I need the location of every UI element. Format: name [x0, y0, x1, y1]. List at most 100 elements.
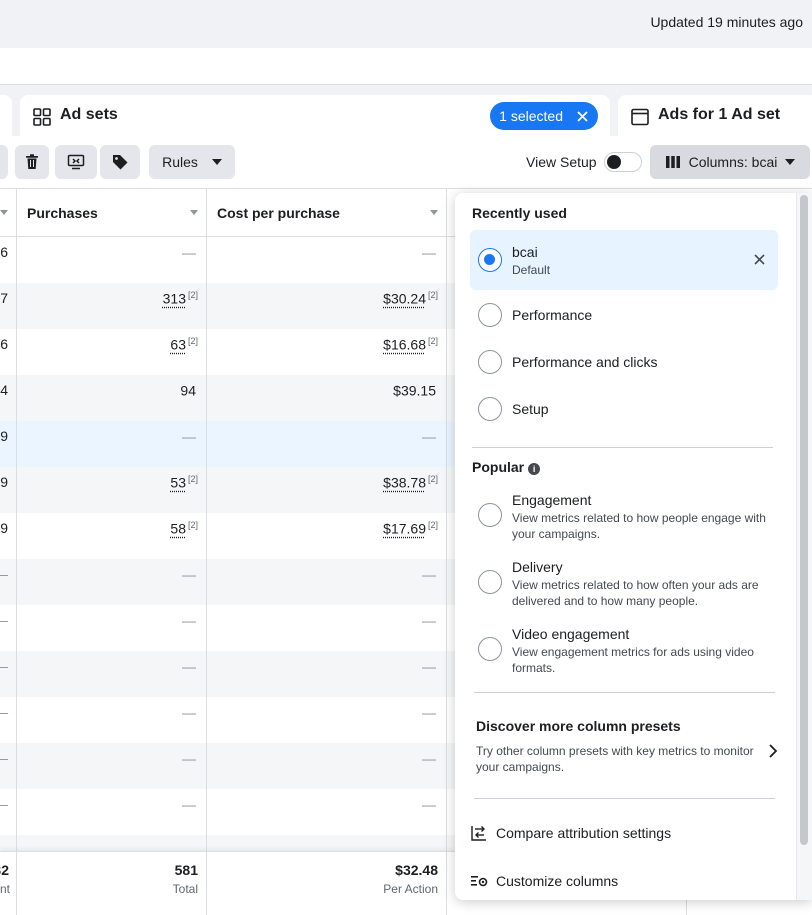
table-cell: — [0, 697, 17, 743]
close-icon[interactable] [754, 254, 765, 265]
radio[interactable] [478, 303, 502, 327]
toggle-knob [607, 155, 621, 169]
table-cell: — [207, 743, 447, 789]
cell-number: — [182, 245, 196, 261]
preset-setup[interactable]: Setup [470, 391, 778, 427]
cell-value: — [422, 796, 438, 813]
scrollbar-thumb[interactable] [800, 195, 808, 845]
preset-description: View engagement metrics for ads using vi… [512, 644, 774, 676]
delete-button[interactable] [15, 145, 49, 179]
cell-value: $38.78 [2] [383, 474, 438, 491]
table-cell: — [17, 559, 207, 605]
sort-caret-icon[interactable] [190, 210, 198, 215]
sort-caret-icon[interactable] [430, 210, 438, 215]
customize-label: Customize columns [496, 873, 618, 889]
table-cell: — [17, 697, 207, 743]
cell-number: 94 [180, 383, 196, 399]
table-cell: $30.24 [2] [207, 283, 447, 329]
cell-number: — [422, 659, 436, 675]
footnote-marker: [2] [428, 520, 438, 530]
toolbar-button-partial[interactable] [0, 145, 8, 179]
preset-delivery[interactable]: Delivery View metrics related to how oft… [470, 556, 778, 614]
table-cell: 7 [0, 283, 17, 329]
recently-used-title: Recently used [472, 205, 567, 221]
preset-performance[interactable]: Performance [470, 297, 778, 333]
table-cell: 6 [0, 237, 17, 283]
close-icon[interactable] [577, 111, 588, 122]
table-cell: — [207, 697, 447, 743]
radio[interactable] [478, 350, 502, 374]
cell-number: $16.68 [383, 337, 426, 353]
view-setup-toggle[interactable] [604, 152, 642, 172]
cell-value: — [0, 566, 8, 582]
cell-value: 6 [0, 244, 8, 260]
preset-video-engagement[interactable]: Video engagement View engagement metrics… [470, 623, 778, 681]
radio[interactable] [478, 503, 502, 527]
cell-number: — [0, 566, 8, 582]
totals-cell-purchases: 581 Total [17, 852, 207, 915]
rules-button[interactable]: Rules [149, 145, 235, 179]
info-icon[interactable]: i [528, 463, 540, 475]
radio-selected[interactable] [478, 248, 502, 272]
customize-columns-icon [470, 872, 488, 890]
cell-value: — [182, 244, 198, 261]
tag-button[interactable] [100, 145, 140, 179]
table-cell: — [207, 421, 447, 467]
cell-number: — [0, 796, 8, 812]
cell-number: 9 [0, 520, 8, 536]
preset-performance-and-clicks[interactable]: Performance and clicks [470, 344, 778, 380]
cell-value: 9 [0, 474, 8, 490]
selected-count-badge[interactable]: 1 selected [490, 102, 598, 130]
cell-value: $30.24 [2] [383, 290, 438, 307]
ab-test-button[interactable] [55, 145, 97, 179]
tab-ads[interactable]: Ads for 1 Ad set [618, 95, 812, 137]
cell-value: 313 [2] [163, 290, 198, 307]
cell-number: — [422, 751, 436, 767]
cell-value: — [422, 704, 438, 721]
cell-number: — [182, 751, 196, 767]
compare-label: Compare attribution settings [496, 825, 671, 841]
sort-caret-icon[interactable] [0, 210, 8, 215]
cell-number: $38.78 [383, 475, 426, 491]
radio[interactable] [478, 397, 502, 421]
discover-presets-link[interactable]: Discover more column presets Try other c… [470, 705, 785, 785]
tab-ad-sets[interactable]: Ad sets 1 selected [20, 95, 610, 137]
table-cell: — [207, 789, 447, 835]
table-cell: — [17, 421, 207, 467]
columns-button[interactable]: Columns: bcai [650, 145, 810, 179]
cell-number: $39.15 [393, 383, 436, 399]
table-cell: — [207, 651, 447, 697]
preset-title: Setup [512, 401, 549, 417]
table-cell: — [17, 605, 207, 651]
tag-icon [111, 153, 129, 171]
totals-value: 32 [0, 862, 9, 878]
cell-number: — [182, 659, 196, 675]
cell-value: — [422, 244, 438, 261]
table-cell: — [207, 237, 447, 283]
column-header-partial[interactable] [0, 189, 17, 237]
cell-number: — [422, 429, 436, 445]
footnote-marker: [2] [428, 290, 438, 300]
view-setup-label: View Setup [526, 154, 597, 170]
column-header-purchases[interactable]: Purchases [17, 189, 207, 237]
ab-test-icon [67, 153, 85, 171]
preset-title: Performance [512, 307, 592, 323]
caret-down-icon [212, 159, 222, 165]
preset-bcai[interactable]: bcai Default [470, 230, 778, 290]
compare-attribution-button[interactable]: Compare attribution settings [470, 824, 770, 844]
preset-engagement[interactable]: Engagement View metrics related to how p… [470, 489, 778, 547]
totals-label: nt [0, 882, 10, 896]
radio[interactable] [478, 570, 502, 594]
radio[interactable] [478, 637, 502, 661]
cell-value: — [0, 796, 8, 812]
customize-columns-button[interactable]: Customize columns [470, 872, 770, 892]
scrollbar-track[interactable] [796, 193, 812, 900]
tab-campaigns[interactable] [0, 95, 12, 137]
preset-description: View metrics related to how people engag… [512, 510, 774, 542]
popular-title: Popular i [472, 459, 540, 475]
preset-title: Video engagement [512, 626, 629, 642]
table-cell: 58 [2] [17, 513, 207, 559]
column-header-cost-per-purchase[interactable]: Cost per purchase [207, 189, 447, 237]
table-cell: 9 [0, 421, 17, 467]
cell-number: 313 [163, 291, 186, 307]
